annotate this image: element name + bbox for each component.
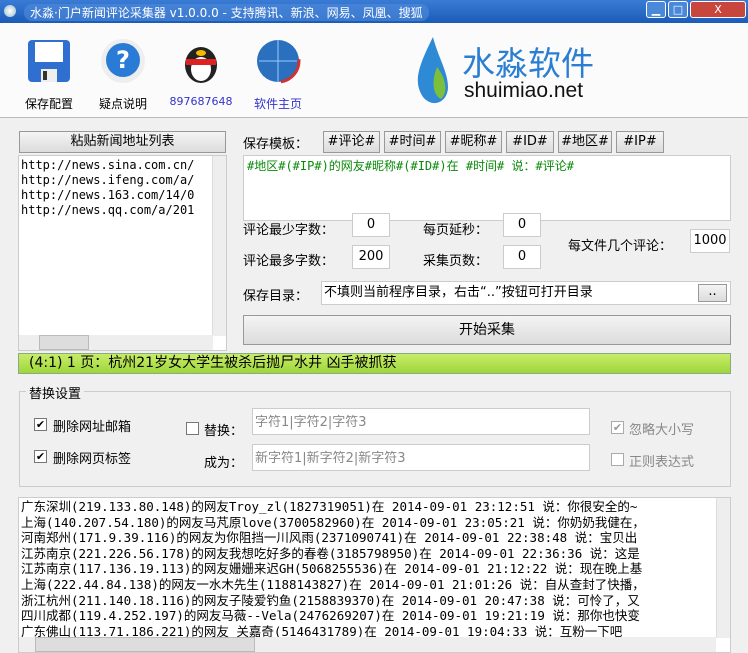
ignore-case-label: 忽略大小写 bbox=[629, 423, 695, 438]
window-title: 水淼·门户新闻评论采集器 v1.0.0.0 - 支持腾讯、新浪、网易、凤凰、搜狐 bbox=[24, 4, 429, 21]
regex-checkbox[interactable] bbox=[611, 453, 624, 466]
help-label: 疑点说明 bbox=[98, 97, 147, 111]
pages-input[interactable]: 0 bbox=[503, 245, 541, 269]
close-button[interactable]: X bbox=[690, 1, 746, 18]
status-bar: (4:1) 1 页：杭州21岁女大学生被杀后抛尸水井 凶手被抓获 bbox=[18, 353, 731, 374]
replace-settings-group bbox=[19, 391, 731, 487]
min-chars-label: 评论最少字数： bbox=[243, 223, 335, 238]
floppy-disk-icon bbox=[25, 35, 73, 87]
remove-email-label: 删除网址邮箱 bbox=[53, 420, 132, 435]
maximize-button[interactable]: □ bbox=[668, 1, 688, 18]
save-dir-label: 保存目录： bbox=[243, 289, 309, 304]
log-textarea[interactable]: 广东深圳(219.133.80.148)的网友Troy_zl(182731905… bbox=[18, 497, 731, 653]
logo-text-cn: 水淼软件 bbox=[462, 44, 594, 83]
homepage-link[interactable]: 软件主页 bbox=[243, 31, 313, 112]
log-line: 上海(140.207.54.180)的网友马芃原love(3700582960)… bbox=[21, 514, 645, 530]
log-lines: 广东深圳(219.133.80.148)的网友Troy_zl(182731905… bbox=[19, 498, 713, 640]
tag-nickname-button[interactable]: #昵称# bbox=[445, 131, 502, 153]
remove-tags-label: 删除网页标签 bbox=[53, 452, 132, 467]
remove-tags-checkbox[interactable]: ✔ bbox=[34, 450, 47, 463]
log-horizontal-scrollbar[interactable] bbox=[19, 637, 716, 652]
url-item: http://news.sina.com.cn/ bbox=[21, 158, 195, 172]
remove-email-checkbox[interactable]: ✔ bbox=[34, 418, 47, 431]
help-button[interactable]: ? 疑点说明 bbox=[88, 31, 158, 112]
url-item: http://news.qq.com/a/201 bbox=[21, 203, 195, 217]
template-label: 保存模板： bbox=[243, 137, 309, 152]
max-chars-label: 评论最多字数： bbox=[243, 254, 335, 269]
log-line: 浙江杭州(211.140.18.116)的网友子陵爱钓鱼(2158839370)… bbox=[21, 592, 640, 608]
homepage-label: 软件主页 bbox=[253, 97, 302, 111]
per-file-label: 每文件几个评论： bbox=[568, 239, 673, 254]
replace-label: 替换： bbox=[204, 424, 244, 439]
logo-drop-icon bbox=[413, 37, 453, 111]
tag-comment-button[interactable]: #评论# bbox=[323, 131, 380, 153]
template-tag-buttons: #评论# #时间# #昵称# #ID# #地区# #IP# bbox=[323, 131, 664, 153]
per-file-input[interactable]: 1000 bbox=[690, 229, 730, 253]
min-chars-input[interactable]: 0 bbox=[352, 213, 390, 237]
vertical-scrollbar[interactable] bbox=[212, 156, 226, 336]
url-list-textarea[interactable]: http://news.sina.com.cn/ http://news.ife… bbox=[18, 155, 227, 351]
minimize-button[interactable]: ▁ bbox=[646, 1, 666, 18]
replace-settings-title: 替换设置 bbox=[26, 383, 85, 402]
log-line: 江苏南京(221.226.56.178)的网友我想吃好多的春卷(31857989… bbox=[21, 545, 640, 561]
browse-dir-button[interactable]: .. bbox=[698, 284, 727, 302]
template-textarea[interactable]: #地区#(#IP#)的网友#昵称#(#ID#)在 #时间# 说：#评论# bbox=[243, 155, 731, 221]
max-chars-input[interactable]: 200 bbox=[352, 245, 390, 269]
url-list: http://news.sina.com.cn/ http://news.ife… bbox=[19, 156, 209, 220]
replace-input[interactable]: 字符1|字符2|字符3 bbox=[252, 408, 590, 435]
to-label: 成为： bbox=[204, 456, 244, 471]
tag-ip-button[interactable]: #IP# bbox=[616, 131, 664, 153]
tag-id-button[interactable]: #ID# bbox=[506, 131, 554, 153]
qq-link[interactable]: 897687648 bbox=[166, 31, 236, 108]
save-dir-input[interactable]: 不填则当前程序目录，右击“..”按钮可打开目录 bbox=[321, 281, 731, 305]
log-line: 上海(222.44.84.138)的网友一水木先生(1188143827)在 2… bbox=[21, 576, 645, 592]
tag-region-button[interactable]: #地区# bbox=[558, 131, 612, 153]
save-config-label: 保存配置 bbox=[24, 97, 73, 111]
start-collect-button[interactable]: 开始采集 bbox=[243, 315, 731, 345]
tag-time-button[interactable]: #时间# bbox=[384, 131, 441, 153]
question-icon: ? bbox=[99, 35, 147, 87]
url-item: http://news.163.com/14/0 bbox=[21, 188, 195, 202]
replace-checkbox[interactable] bbox=[186, 422, 199, 435]
delay-label: 每页延秒： bbox=[423, 223, 489, 238]
ignore-case-checkbox[interactable]: ✔ bbox=[611, 421, 624, 434]
url-item: http://news.ifeng.com/a/ bbox=[21, 173, 195, 187]
log-vertical-scrollbar[interactable] bbox=[716, 498, 730, 638]
log-line: 广东深圳(219.133.80.148)的网友Troy_zl(182731905… bbox=[21, 499, 638, 514]
pages-label: 采集页数： bbox=[423, 254, 489, 269]
log-line: 江苏南京(117.136.19.113)的网友姗姗来迟GH(5068255536… bbox=[21, 561, 643, 577]
save-dir-placeholder: 不填则当前程序目录，右击“..”按钮可打开目录 bbox=[324, 285, 593, 300]
regex-label: 正则表达式 bbox=[629, 455, 695, 470]
delay-input[interactable]: 0 bbox=[503, 213, 541, 237]
replace-to-input[interactable]: 新字符1|新字符2|新字符3 bbox=[252, 444, 590, 471]
svg-text:?: ? bbox=[116, 46, 130, 74]
title-bar: 水淼·门户新闻评论采集器 v1.0.0.0 - 支持腾讯、新浪、网易、凤凰、搜狐… bbox=[0, 0, 748, 23]
log-line: 四川成都(119.4.252.197)的网友马薇--Vela(247626920… bbox=[21, 608, 640, 624]
qq-penguin-icon bbox=[177, 35, 225, 87]
globe-icon bbox=[254, 35, 302, 87]
save-config-button[interactable]: 保存配置 bbox=[14, 31, 84, 112]
toolbar: 保存配置 ? 疑点说明 897687648 软件主页 水淼软件 shuimiao… bbox=[0, 23, 748, 118]
logo-text-en: shuimiao.net bbox=[464, 79, 584, 102]
qq-number[interactable]: 897687648 bbox=[166, 95, 236, 108]
log-line: 河南郑州(171.9.39.116)的网友为你阻挡一川风雨(2371090741… bbox=[21, 530, 638, 546]
app-icon bbox=[4, 5, 16, 17]
horizontal-scrollbar[interactable] bbox=[19, 335, 213, 350]
paste-url-list-button[interactable]: 粘贴新闻地址列表 bbox=[19, 131, 226, 153]
